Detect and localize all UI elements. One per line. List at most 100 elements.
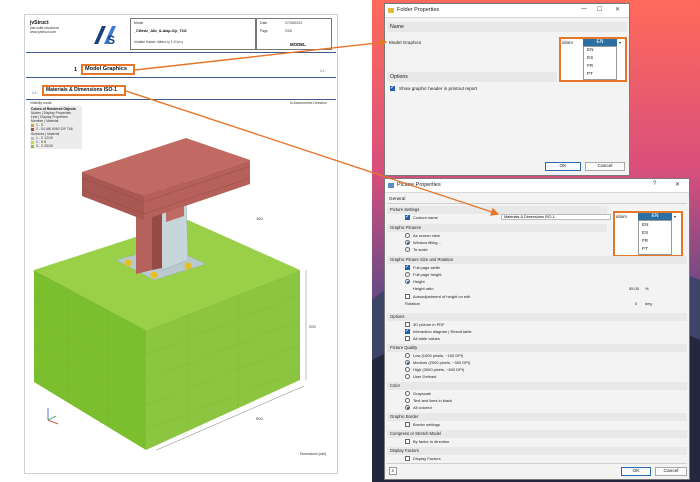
date-label: Date (260, 21, 268, 25)
quality-high-radio[interactable] (405, 367, 410, 372)
color-header: Color (387, 382, 687, 390)
cancel-button[interactable]: Cancel (585, 162, 625, 171)
maximize-button[interactable]: ☐ (597, 6, 602, 13)
display-factors-checkbox[interactable] (405, 456, 410, 461)
idiom-option[interactable]: FR (587, 63, 593, 68)
options-group-header: Options (387, 72, 557, 82)
graphic-pictures-header: Graphic Pictures (387, 224, 607, 232)
grayscale-label: Grayscale (413, 391, 432, 396)
interaction-diagram-label: Interaction diagram | Result table (413, 329, 472, 334)
all-table-values-checkbox[interactable] (405, 336, 410, 341)
idiom-select[interactable]: EN (638, 213, 672, 220)
report-page: jvStruct just solid structures www.jvstr… (0, 0, 372, 482)
quality-low-radio[interactable] (405, 353, 410, 358)
autoadjust-label: Autoadjustment of height on edit (413, 294, 471, 299)
full-page-width-label: Full page width (413, 265, 440, 270)
idiom-option[interactable]: EN (587, 47, 593, 52)
by-factor-checkbox[interactable] (405, 439, 410, 444)
custom-name-checkbox[interactable] (405, 213, 410, 220)
window-filling-radio[interactable] (405, 240, 410, 245)
idiom-option[interactable]: PT (642, 246, 648, 251)
close-button[interactable]: ✕ (615, 6, 620, 13)
rotation-label: Rotation (405, 301, 420, 306)
autoadjust-checkbox[interactable] (405, 294, 410, 299)
display-factors-label: Display Factors (413, 456, 441, 461)
axis-triad (47, 408, 59, 425)
cancel-button[interactable]: Cancel (655, 467, 687, 476)
model-name: _CWedz_Jdlz_&-Alap-iCp_T2I2 (134, 29, 187, 33)
tab-divider (387, 203, 687, 204)
ok-button[interactable]: OK (621, 467, 651, 476)
subsection-divider (26, 99, 336, 100)
ok-button[interactable]: OK (545, 162, 581, 171)
folder-properties-dialog: Folder Properties — ☐ ✕ Name Model Graph… (384, 3, 630, 176)
folder-icon (388, 8, 394, 13)
options-header: Options (387, 313, 687, 321)
dim-height: 200 (309, 324, 316, 329)
idiom-select[interactable]: EN (583, 39, 617, 46)
view-mode: In Axonometric Direction (290, 101, 327, 105)
name-value[interactable]: Model Graphics (389, 40, 421, 45)
dialog-title: Picture Properties (397, 182, 441, 188)
idiom-option[interactable]: EN (642, 222, 648, 227)
chevron-down-icon[interactable]: ▾ (619, 40, 621, 45)
show-header-checkbox[interactable] (390, 84, 395, 91)
jvs-logo: S (94, 26, 116, 47)
idiom-option[interactable]: ES (642, 230, 648, 235)
border-settings-label: Border settings (413, 422, 440, 427)
chevron-down-icon[interactable]: ▾ (674, 214, 676, 219)
dialog-titlebar: Picture Properties ? ✕ (385, 179, 689, 193)
dim-beam: 160 (256, 216, 263, 221)
height-radio[interactable] (405, 279, 410, 284)
svg-text:S: S (107, 33, 115, 47)
text-black-label: Text and lines in black (413, 398, 453, 403)
date-value: 27/03/2024 (285, 21, 302, 25)
rotation-value[interactable]: 0 (635, 301, 637, 306)
help-button[interactable]: ? (653, 181, 656, 187)
idiom-option[interactable]: FR (642, 238, 648, 243)
dialog-titlebar: Folder Properties — ☐ ✕ (385, 4, 629, 18)
quality-high-label: High (3000 pixels, ~600 DPI) (413, 367, 465, 372)
custom-name-label: Custom name (413, 215, 438, 220)
grayscale-radio[interactable] (405, 391, 410, 396)
full-page-height-radio[interactable] (405, 272, 410, 277)
picture-settings-header: Picture Settings (387, 206, 607, 214)
minimize-button[interactable]: — (581, 6, 587, 12)
anchor-bolt (184, 262, 192, 270)
to-scale-radio[interactable] (405, 247, 410, 252)
anchor-bolt (124, 259, 132, 267)
show-header-label: Show graphic header in printout report (399, 86, 478, 91)
as-screen-view-radio[interactable] (405, 233, 410, 238)
picture-properties-dialog: Picture Properties ? ✕ General Picture S… (384, 178, 690, 480)
height-ratio-unit: % (645, 286, 649, 291)
text-black-radio[interactable] (405, 398, 410, 403)
dialog-title: Folder Properties (397, 7, 440, 13)
model-3d-graphic: 200 500 160 (33, 138, 316, 450)
window-filling-label: Window filling... (413, 240, 441, 245)
quality-user-radio[interactable] (405, 374, 410, 379)
border-settings-checkbox[interactable] (405, 422, 410, 427)
section-divider (26, 77, 336, 78)
search-icon[interactable]: ⌕ (389, 467, 397, 475)
interaction-diagram-checkbox[interactable] (405, 327, 410, 334)
model-subtitle: Inhaltsr Kaiser: Alters ry 1 iCon y (134, 40, 184, 44)
display-factors-header: Display Factors (387, 447, 687, 455)
quality-medium-radio[interactable] (405, 360, 410, 365)
height-ratio-value[interactable]: 55.00 (629, 286, 639, 291)
subsection-number: 1.1 (32, 91, 37, 95)
full-page-width-checkbox[interactable] (405, 263, 410, 270)
anchor-bolt (150, 271, 158, 279)
tab-general[interactable]: General (389, 196, 405, 201)
idiom-option[interactable]: ES (587, 55, 593, 60)
close-button[interactable]: ✕ (675, 181, 680, 188)
as-screen-view-label: As screen view (413, 233, 440, 238)
picture-icon (388, 183, 394, 188)
idiom-option[interactable]: PT (587, 71, 593, 76)
quality-user-label: User Defined (413, 374, 437, 379)
visibility-mode: Visibility mode (30, 101, 52, 105)
all-colored-radio[interactable] (405, 405, 410, 410)
custom-name-input[interactable]: Materials & Dimensions ISO-1 (501, 214, 611, 220)
picture-quality-header: Picture Quality (387, 344, 687, 352)
height-ratio-label: Height ratio (413, 286, 434, 291)
height-label: Height (413, 279, 425, 284)
